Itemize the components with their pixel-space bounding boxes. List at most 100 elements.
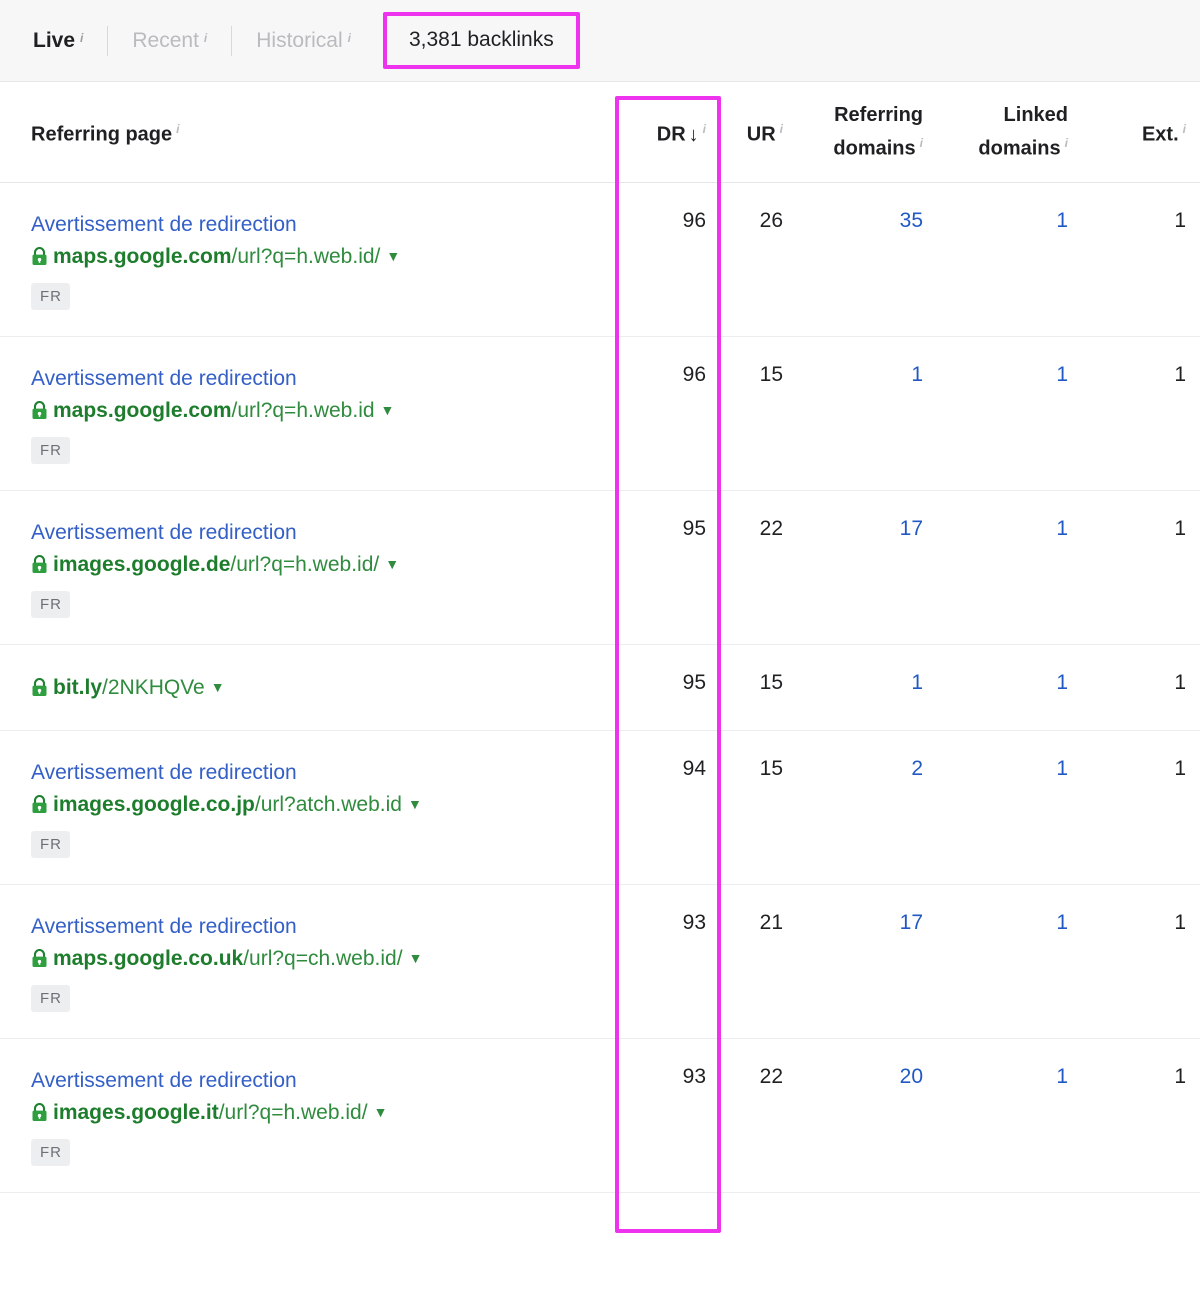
referring-page-url[interactable]: images.google.de/url?q=h.web.id/▼ bbox=[31, 548, 599, 581]
info-icon[interactable]: i bbox=[780, 122, 783, 136]
cell-referring-domains[interactable]: 17 bbox=[797, 884, 937, 1039]
cell-linked-domains-value[interactable]: 1 bbox=[1056, 911, 1068, 934]
referring-page-title-link[interactable]: Avertissement de redirection bbox=[31, 209, 599, 240]
cell-dr-value: 93 bbox=[682, 1064, 706, 1088]
referring-page-title-link[interactable]: Avertissement de redirection bbox=[31, 517, 599, 548]
tab-historical[interactable]: Historical i bbox=[254, 29, 353, 53]
chevron-down-icon[interactable]: ▼ bbox=[211, 671, 225, 703]
referring-page-url[interactable]: maps.google.co.uk/url?q=ch.web.id/▼ bbox=[31, 942, 599, 975]
cell-referring-domains-value[interactable]: 17 bbox=[900, 911, 923, 934]
info-icon[interactable]: i bbox=[1065, 136, 1068, 150]
cell-linked-domains[interactable]: 1 bbox=[937, 730, 1082, 885]
column-header-linked-domains[interactable]: Linked domains i bbox=[937, 82, 1082, 183]
cell-linked-domains[interactable]: 1 bbox=[937, 490, 1082, 645]
cell-referring-domains-value[interactable]: 1 bbox=[911, 363, 923, 386]
cell-referring-domains-value[interactable]: 20 bbox=[900, 1065, 923, 1088]
cell-referring-domains-value[interactable]: 1 bbox=[911, 671, 923, 694]
referring-page-title-link[interactable]: Avertissement de redirection bbox=[31, 911, 599, 942]
cell-ext: 1 bbox=[1082, 182, 1200, 337]
tab-live-label: Live bbox=[33, 28, 76, 52]
cell-referring-domains[interactable]: 20 bbox=[797, 1038, 937, 1193]
table-row[interactable]: Avertissement de redirection images.googl… bbox=[0, 490, 1200, 645]
cell-referring-page: Avertissement de redirection images.googl… bbox=[0, 730, 615, 885]
referring-page-title-link[interactable]: Avertissement de redirection bbox=[31, 363, 599, 394]
table-row[interactable]: Avertissement de redirection maps.google.… bbox=[0, 884, 1200, 1039]
column-header-referring-domains[interactable]: Referring domains i bbox=[797, 82, 937, 183]
cell-ur-value: 21 bbox=[759, 910, 783, 934]
referring-page-url[interactable]: images.google.co.jp/url?atch.web.id ▼ bbox=[31, 788, 599, 821]
cell-linked-domains-value[interactable]: 1 bbox=[1056, 1065, 1068, 1088]
cell-linked-domains[interactable]: 1 bbox=[937, 884, 1082, 1039]
column-header-dr[interactable]: DR ↓ i bbox=[615, 82, 720, 183]
chevron-down-icon[interactable]: ▼ bbox=[386, 240, 400, 272]
tab-recent[interactable]: Recent i bbox=[130, 29, 209, 53]
cell-ur: 21 bbox=[720, 884, 797, 1039]
info-icon[interactable]: i bbox=[80, 26, 83, 50]
cell-ur-value: 15 bbox=[759, 670, 783, 694]
tab-live[interactable]: Live i bbox=[31, 29, 85, 53]
column-header-ext[interactable]: Ext. i bbox=[1082, 82, 1200, 183]
referring-page-title-link[interactable]: Avertissement de redirection bbox=[31, 757, 599, 788]
backlinks-count-wrap: 3,381 backlinks bbox=[382, 12, 580, 69]
language-badge: FR bbox=[31, 984, 70, 1012]
cell-linked-domains-value[interactable]: 1 bbox=[1056, 757, 1068, 780]
lock-icon bbox=[31, 946, 48, 967]
chevron-down-icon[interactable]: ▼ bbox=[408, 788, 422, 820]
cell-referring-page: Avertissement de redirection images.googl… bbox=[0, 490, 615, 645]
cell-dr: 93 bbox=[615, 884, 720, 1039]
chevron-down-icon[interactable]: ▼ bbox=[385, 548, 399, 580]
chevron-down-icon[interactable]: ▼ bbox=[409, 942, 423, 974]
column-header-referring-page[interactable]: Referring page i bbox=[0, 82, 615, 183]
cell-ext-value: 1 bbox=[1174, 1064, 1186, 1088]
info-icon[interactable]: i bbox=[1183, 122, 1186, 136]
cell-referring-domains[interactable]: 1 bbox=[797, 336, 937, 491]
table-row[interactable]: Avertissement de redirection images.googl… bbox=[0, 1038, 1200, 1193]
cell-ur: 26 bbox=[720, 182, 797, 337]
cell-referring-domains[interactable]: 2 bbox=[797, 730, 937, 885]
chevron-down-icon[interactable]: ▼ bbox=[374, 1096, 388, 1128]
referring-page-url[interactable]: images.google.it/url?q=h.web.id/▼ bbox=[31, 1096, 599, 1129]
cell-linked-domains[interactable]: 1 bbox=[937, 644, 1082, 731]
cell-referring-domains-value[interactable]: 17 bbox=[900, 517, 923, 540]
cell-linked-domains-value[interactable]: 1 bbox=[1056, 209, 1068, 232]
info-icon[interactable]: i bbox=[176, 122, 179, 136]
referring-page-url[interactable]: bit.ly/2NKHQVe ▼ bbox=[31, 671, 599, 704]
cell-referring-domains-value[interactable]: 2 bbox=[911, 757, 923, 780]
cell-referring-domains-value[interactable]: 35 bbox=[900, 209, 923, 232]
column-label: Referring page bbox=[31, 123, 173, 146]
cell-ext-value: 1 bbox=[1174, 910, 1186, 934]
cell-linked-domains-value[interactable]: 1 bbox=[1056, 517, 1068, 540]
info-icon[interactable]: i bbox=[703, 122, 706, 136]
url-host: maps.google.com bbox=[53, 244, 232, 268]
referring-page-title-link[interactable]: Avertissement de redirection bbox=[31, 1065, 599, 1096]
lock-icon bbox=[31, 792, 48, 813]
cell-linked-domains[interactable]: 1 bbox=[937, 336, 1082, 491]
cell-linked-domains[interactable]: 1 bbox=[937, 1038, 1082, 1193]
chevron-down-icon[interactable]: ▼ bbox=[381, 394, 395, 426]
cell-ur-value: 26 bbox=[759, 208, 783, 232]
referring-page-url[interactable]: maps.google.com/url?q=h.web.id/▼ bbox=[31, 240, 599, 273]
cell-linked-domains[interactable]: 1 bbox=[937, 182, 1082, 337]
table-row[interactable]: bit.ly/2NKHQVe ▼ 95 15 1 1 1 bbox=[0, 644, 1200, 731]
cell-ur-value: 15 bbox=[759, 362, 783, 386]
table-row[interactable]: Avertissement de redirection maps.google.… bbox=[0, 336, 1200, 491]
info-icon[interactable]: i bbox=[348, 26, 351, 50]
referring-page-url[interactable]: maps.google.com/url?q=h.web.id ▼ bbox=[31, 394, 599, 427]
cell-referring-domains[interactable]: 35 bbox=[797, 182, 937, 337]
cell-linked-domains-value[interactable]: 1 bbox=[1056, 363, 1068, 386]
cell-dr: 94 bbox=[615, 730, 720, 885]
info-icon[interactable]: i bbox=[204, 26, 207, 50]
language-badge: FR bbox=[31, 830, 70, 858]
cell-referring-domains[interactable]: 1 bbox=[797, 644, 937, 731]
table-row[interactable]: Avertissement de redirection images.googl… bbox=[0, 730, 1200, 885]
info-icon[interactable]: i bbox=[920, 136, 923, 150]
tab-divider bbox=[107, 25, 109, 56]
column-header-ur[interactable]: UR i bbox=[720, 82, 797, 183]
lock-icon bbox=[31, 552, 48, 573]
sort-descending-icon[interactable]: ↓ bbox=[689, 125, 699, 145]
cell-referring-domains[interactable]: 17 bbox=[797, 490, 937, 645]
language-badge: FR bbox=[31, 436, 70, 464]
cell-linked-domains-value[interactable]: 1 bbox=[1056, 671, 1068, 694]
table-row[interactable]: Avertissement de redirection maps.google.… bbox=[0, 182, 1200, 337]
cell-ur: 15 bbox=[720, 730, 797, 885]
